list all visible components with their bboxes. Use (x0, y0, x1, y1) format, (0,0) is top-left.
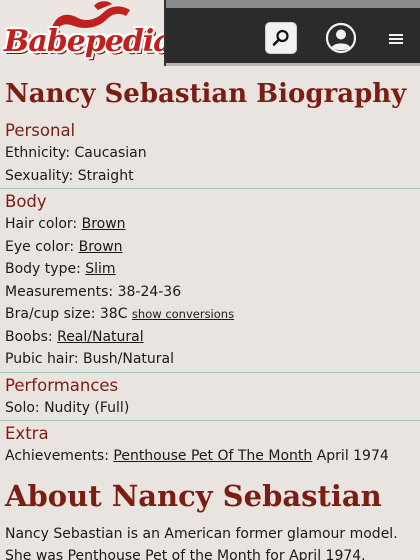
body-heading: Body (5, 192, 47, 211)
penthouse-pet-link[interactable]: Penthouse Pet Of The Month (113, 448, 312, 464)
search-icon (272, 29, 289, 46)
body-section: Body Hair color: Brown Eye color: Brown … (5, 191, 415, 371)
menu-button[interactable] (387, 30, 405, 48)
solo-label: Solo: (5, 399, 40, 416)
eye-color-label: Eye color: (5, 238, 75, 255)
achievements-date: April 1974 (316, 448, 389, 464)
user-account-button[interactable] (324, 21, 358, 55)
pubic-hair-value: Bush/Natural (83, 351, 175, 367)
section-divider (0, 420, 420, 421)
show-conversions-link[interactable]: show conversions (132, 307, 234, 321)
logo-text: Babepedia (4, 24, 166, 59)
section-divider (0, 371, 420, 373)
eye-color-row: Eye color: Brown (5, 236, 415, 259)
performances-heading: Performances (5, 375, 119, 395)
bra-size-label: Bra/cup size: (5, 306, 96, 322)
pubic-hair-label: Pubic hair: (5, 351, 79, 367)
boobs-label: Boobs: (5, 328, 53, 345)
extra-section: Extra Achievements: Penthouse Pet Of The… (5, 423, 415, 468)
body-type-link[interactable]: Slim (85, 261, 115, 277)
sexuality-value: Straight (77, 167, 134, 184)
solo-row: Solo: Nudity (Full) (5, 397, 415, 420)
boobs-row: Boobs: Real/Natural (5, 326, 415, 349)
biography-content: Nancy Sebastian Biography Personal Ethni… (0, 66, 420, 560)
performances-section: Performances Solo: Nudity (Full) (5, 375, 415, 420)
bra-size-row: Bra/cup size: 38C show conversions (5, 303, 415, 326)
achievements-row: Achievements: Penthouse Pet Of The Month… (5, 445, 415, 468)
ethnicity-label: Ethnicity: (5, 145, 71, 161)
sexuality-row: Sexuality: Straight (5, 165, 415, 188)
page-title: Nancy Sebastian Biography (5, 79, 407, 109)
hair-color-link[interactable]: Brown (82, 216, 126, 232)
sexuality-label: Sexuality: (5, 167, 74, 184)
top-navigation-bar: Babepedia (0, 0, 420, 66)
personal-heading: Personal (5, 121, 76, 140)
achievements-label: Achievements: (5, 448, 109, 464)
measurements-label: Measurements: (5, 283, 114, 300)
bra-size-value: 38C (99, 306, 128, 322)
about-heading: About Nancy Sebastian (5, 478, 382, 513)
body-type-row: Body type: Slim (5, 258, 415, 281)
measurements-value: 38-24-36 (117, 283, 182, 300)
measurements-row: Measurements: 38-24-36 (5, 281, 415, 304)
personal-section: Personal Ethnicity: Caucasian Sexuality:… (5, 120, 415, 187)
search-button[interactable] (265, 22, 297, 54)
pubic-hair-row: Pubic hair: Bush/Natural (5, 348, 415, 371)
section-divider (0, 188, 420, 189)
site-logo[interactable]: Babepedia (0, 0, 166, 66)
ethnicity-row: Ethnicity: Caucasian (5, 142, 415, 165)
header-stripe (166, 0, 420, 8)
about-paragraph: Nancy Sebastian is an American former gl… (5, 525, 398, 560)
solo-value: Nudity (Full) (44, 399, 130, 416)
hair-color-row: Hair color: Brown (5, 213, 415, 236)
eye-color-link[interactable]: Brown (79, 239, 123, 255)
hamburger-menu-icon (389, 34, 403, 44)
body-type-label: Body type: (5, 261, 81, 277)
ethnicity-value: Caucasian (74, 145, 147, 161)
user-icon (325, 22, 357, 54)
extra-heading: Extra (5, 424, 49, 443)
boobs-link[interactable]: Real/Natural (57, 329, 144, 345)
hair-color-label: Hair color: (5, 216, 78, 232)
